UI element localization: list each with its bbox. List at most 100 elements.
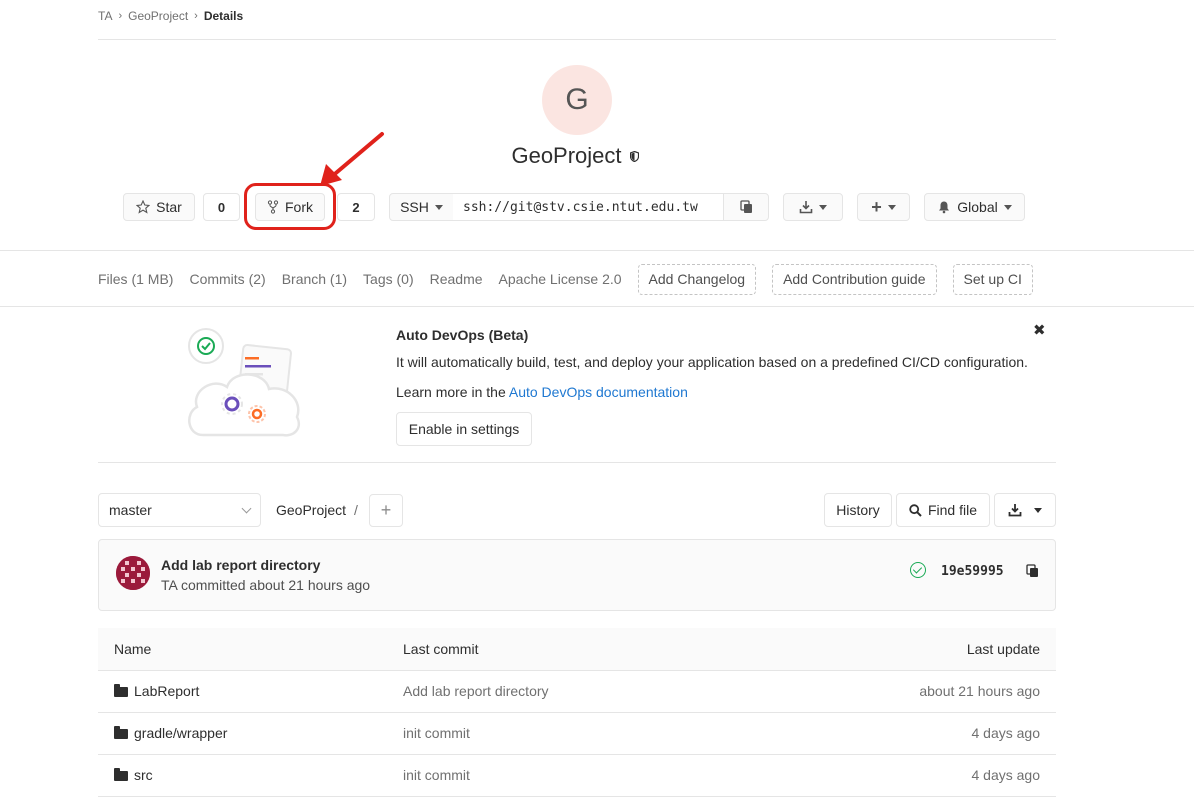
commit-title[interactable]: Add lab report directory: [161, 557, 320, 573]
download-icon: [1008, 503, 1022, 517]
chevron-right-icon: ›: [118, 10, 123, 22]
clipboard-icon[interactable]: [1026, 564, 1039, 578]
project-stats-nav: Files (1 MB) Commits (2) Branch (1) Tags…: [98, 263, 1033, 295]
plus-icon: +: [871, 197, 882, 217]
notification-label: Global: [957, 199, 998, 215]
divider: [0, 306, 1194, 307]
learn-more-prefix: Learn more in the: [396, 384, 509, 400]
folder-icon: [114, 684, 128, 697]
history-button[interactable]: History: [824, 493, 892, 527]
avatar[interactable]: [116, 556, 150, 590]
plus-icon: +: [380, 500, 392, 520]
add-changelog-button[interactable]: Add Changelog: [637, 263, 757, 295]
column-header-last-update: Last update: [739, 628, 1056, 671]
add-dropdown[interactable]: +: [857, 193, 910, 221]
file-tree-table: Name Last commit Last update LabReport A…: [98, 628, 1056, 797]
table-header-row: Name Last commit Last update: [98, 628, 1056, 671]
commit-sha[interactable]: 19e59995: [941, 564, 1004, 579]
notification-dropdown[interactable]: Global: [924, 193, 1025, 221]
caret-down-icon: [819, 204, 827, 210]
project-avatar: G: [542, 65, 612, 135]
star-count[interactable]: 0: [203, 193, 240, 221]
last-update-cell: 4 days ago: [739, 712, 1056, 755]
nav-commits[interactable]: Commits (2): [189, 271, 265, 287]
column-header-last-commit: Last commit: [403, 628, 740, 671]
nav-license[interactable]: Apache License 2.0: [499, 271, 622, 287]
fork-count[interactable]: 2: [337, 193, 375, 221]
nav-branch[interactable]: Branch (1): [282, 271, 347, 287]
bell-icon: [937, 200, 951, 214]
star-button[interactable]: Star: [123, 193, 195, 221]
last-update-cell: about 21 hours ago: [739, 670, 1056, 713]
download-dropdown[interactable]: [783, 193, 843, 221]
add-contribution-guide-button[interactable]: Add Contribution guide: [772, 263, 937, 295]
chevron-right-icon: ›: [194, 10, 198, 22]
clone-url-field[interactable]: ssh://git@stv.csie.ntut.edu.tw: [453, 193, 723, 221]
find-file-button[interactable]: Find file: [896, 493, 990, 527]
table-row[interactable]: src init commit 4 days ago: [98, 754, 1056, 797]
clone-protocol-dropdown[interactable]: SSH: [389, 193, 454, 221]
breadcrumb: TA › GeoProject › Details: [98, 9, 243, 23]
divider: [98, 39, 1056, 40]
table-row[interactable]: gradle/wrapper init commit 4 days ago: [98, 712, 1056, 755]
path-root[interactable]: GeoProject: [276, 502, 346, 518]
pipeline-passed-icon[interactable]: [910, 562, 926, 578]
file-name-cell[interactable]: LabReport: [98, 670, 403, 713]
column-header-name: Name: [98, 628, 403, 671]
last-commit-box: Add lab report directory TA committed ab…: [98, 539, 1056, 611]
search-icon: [909, 503, 922, 517]
last-commit-cell[interactable]: init commit: [403, 754, 740, 797]
nav-tags[interactable]: Tags (0): [363, 271, 414, 287]
enable-in-settings-button[interactable]: Enable in settings: [396, 412, 532, 446]
find-file-label: Find file: [927, 502, 978, 518]
file-name-cell[interactable]: src: [98, 754, 403, 797]
star-icon: [136, 200, 151, 214]
path-separator: /: [354, 502, 358, 518]
caret-down-icon: [887, 204, 896, 210]
devops-docs-link[interactable]: Auto DevOps documentation: [509, 384, 688, 400]
divider: [0, 250, 1194, 251]
breadcrumb-item-project[interactable]: GeoProject: [128, 9, 188, 23]
folder-icon: [114, 726, 128, 739]
last-update-cell: 4 days ago: [739, 754, 1056, 797]
divider: [98, 462, 1056, 463]
table-row[interactable]: LabReport Add lab report directory about…: [98, 670, 1056, 713]
caret-down-icon: [1003, 204, 1012, 210]
devops-learn-more: Learn more in the Auto DevOps documentat…: [396, 384, 688, 400]
add-to-tree-button[interactable]: +: [369, 494, 403, 527]
nav-readme[interactable]: Readme: [430, 271, 483, 287]
last-commit-cell[interactable]: Add lab report directory: [403, 670, 740, 713]
file-name[interactable]: gradle/wrapper: [134, 725, 227, 741]
set-up-ci-button[interactable]: Set up CI: [952, 263, 1033, 295]
nav-files[interactable]: Files (1 MB): [98, 271, 173, 287]
devops-illustration: [183, 325, 305, 441]
tree-path: GeoProject /: [276, 502, 358, 518]
folder-icon: [114, 768, 128, 781]
caret-down-icon: [434, 204, 443, 210]
breadcrumb-item-ta[interactable]: TA: [98, 9, 112, 23]
page-title: GeoProject: [0, 143, 1150, 169]
shield-icon: [629, 150, 639, 162]
commit-meta: TA committed about 21 hours ago: [161, 577, 371, 593]
download-icon: [799, 200, 813, 214]
devops-title: Auto DevOps (Beta): [396, 327, 529, 343]
avatar-letter: G: [565, 83, 589, 116]
copy-url-button[interactable]: [723, 193, 769, 221]
download-tree-dropdown[interactable]: [994, 493, 1056, 527]
clone-protocol-label: SSH: [400, 199, 429, 215]
file-name[interactable]: LabReport: [134, 683, 199, 699]
annotation-arrow-icon: [318, 128, 388, 190]
branch-name: master: [109, 502, 152, 518]
devops-description: It will automatically build, test, and d…: [396, 354, 1028, 370]
project-name: GeoProject: [511, 143, 622, 168]
file-name[interactable]: src: [134, 767, 153, 783]
branch-select[interactable]: master: [98, 493, 261, 527]
breadcrumb-current[interactable]: Details: [204, 9, 243, 23]
close-icon[interactable]: ✖: [1033, 321, 1046, 339]
file-name-cell[interactable]: gradle/wrapper: [98, 712, 403, 755]
last-commit-cell[interactable]: init commit: [403, 712, 740, 755]
clipboard-icon: [739, 200, 753, 214]
chevron-down-icon: [241, 503, 252, 513]
highlight-ring: [244, 183, 336, 230]
caret-down-icon: [1034, 507, 1042, 513]
